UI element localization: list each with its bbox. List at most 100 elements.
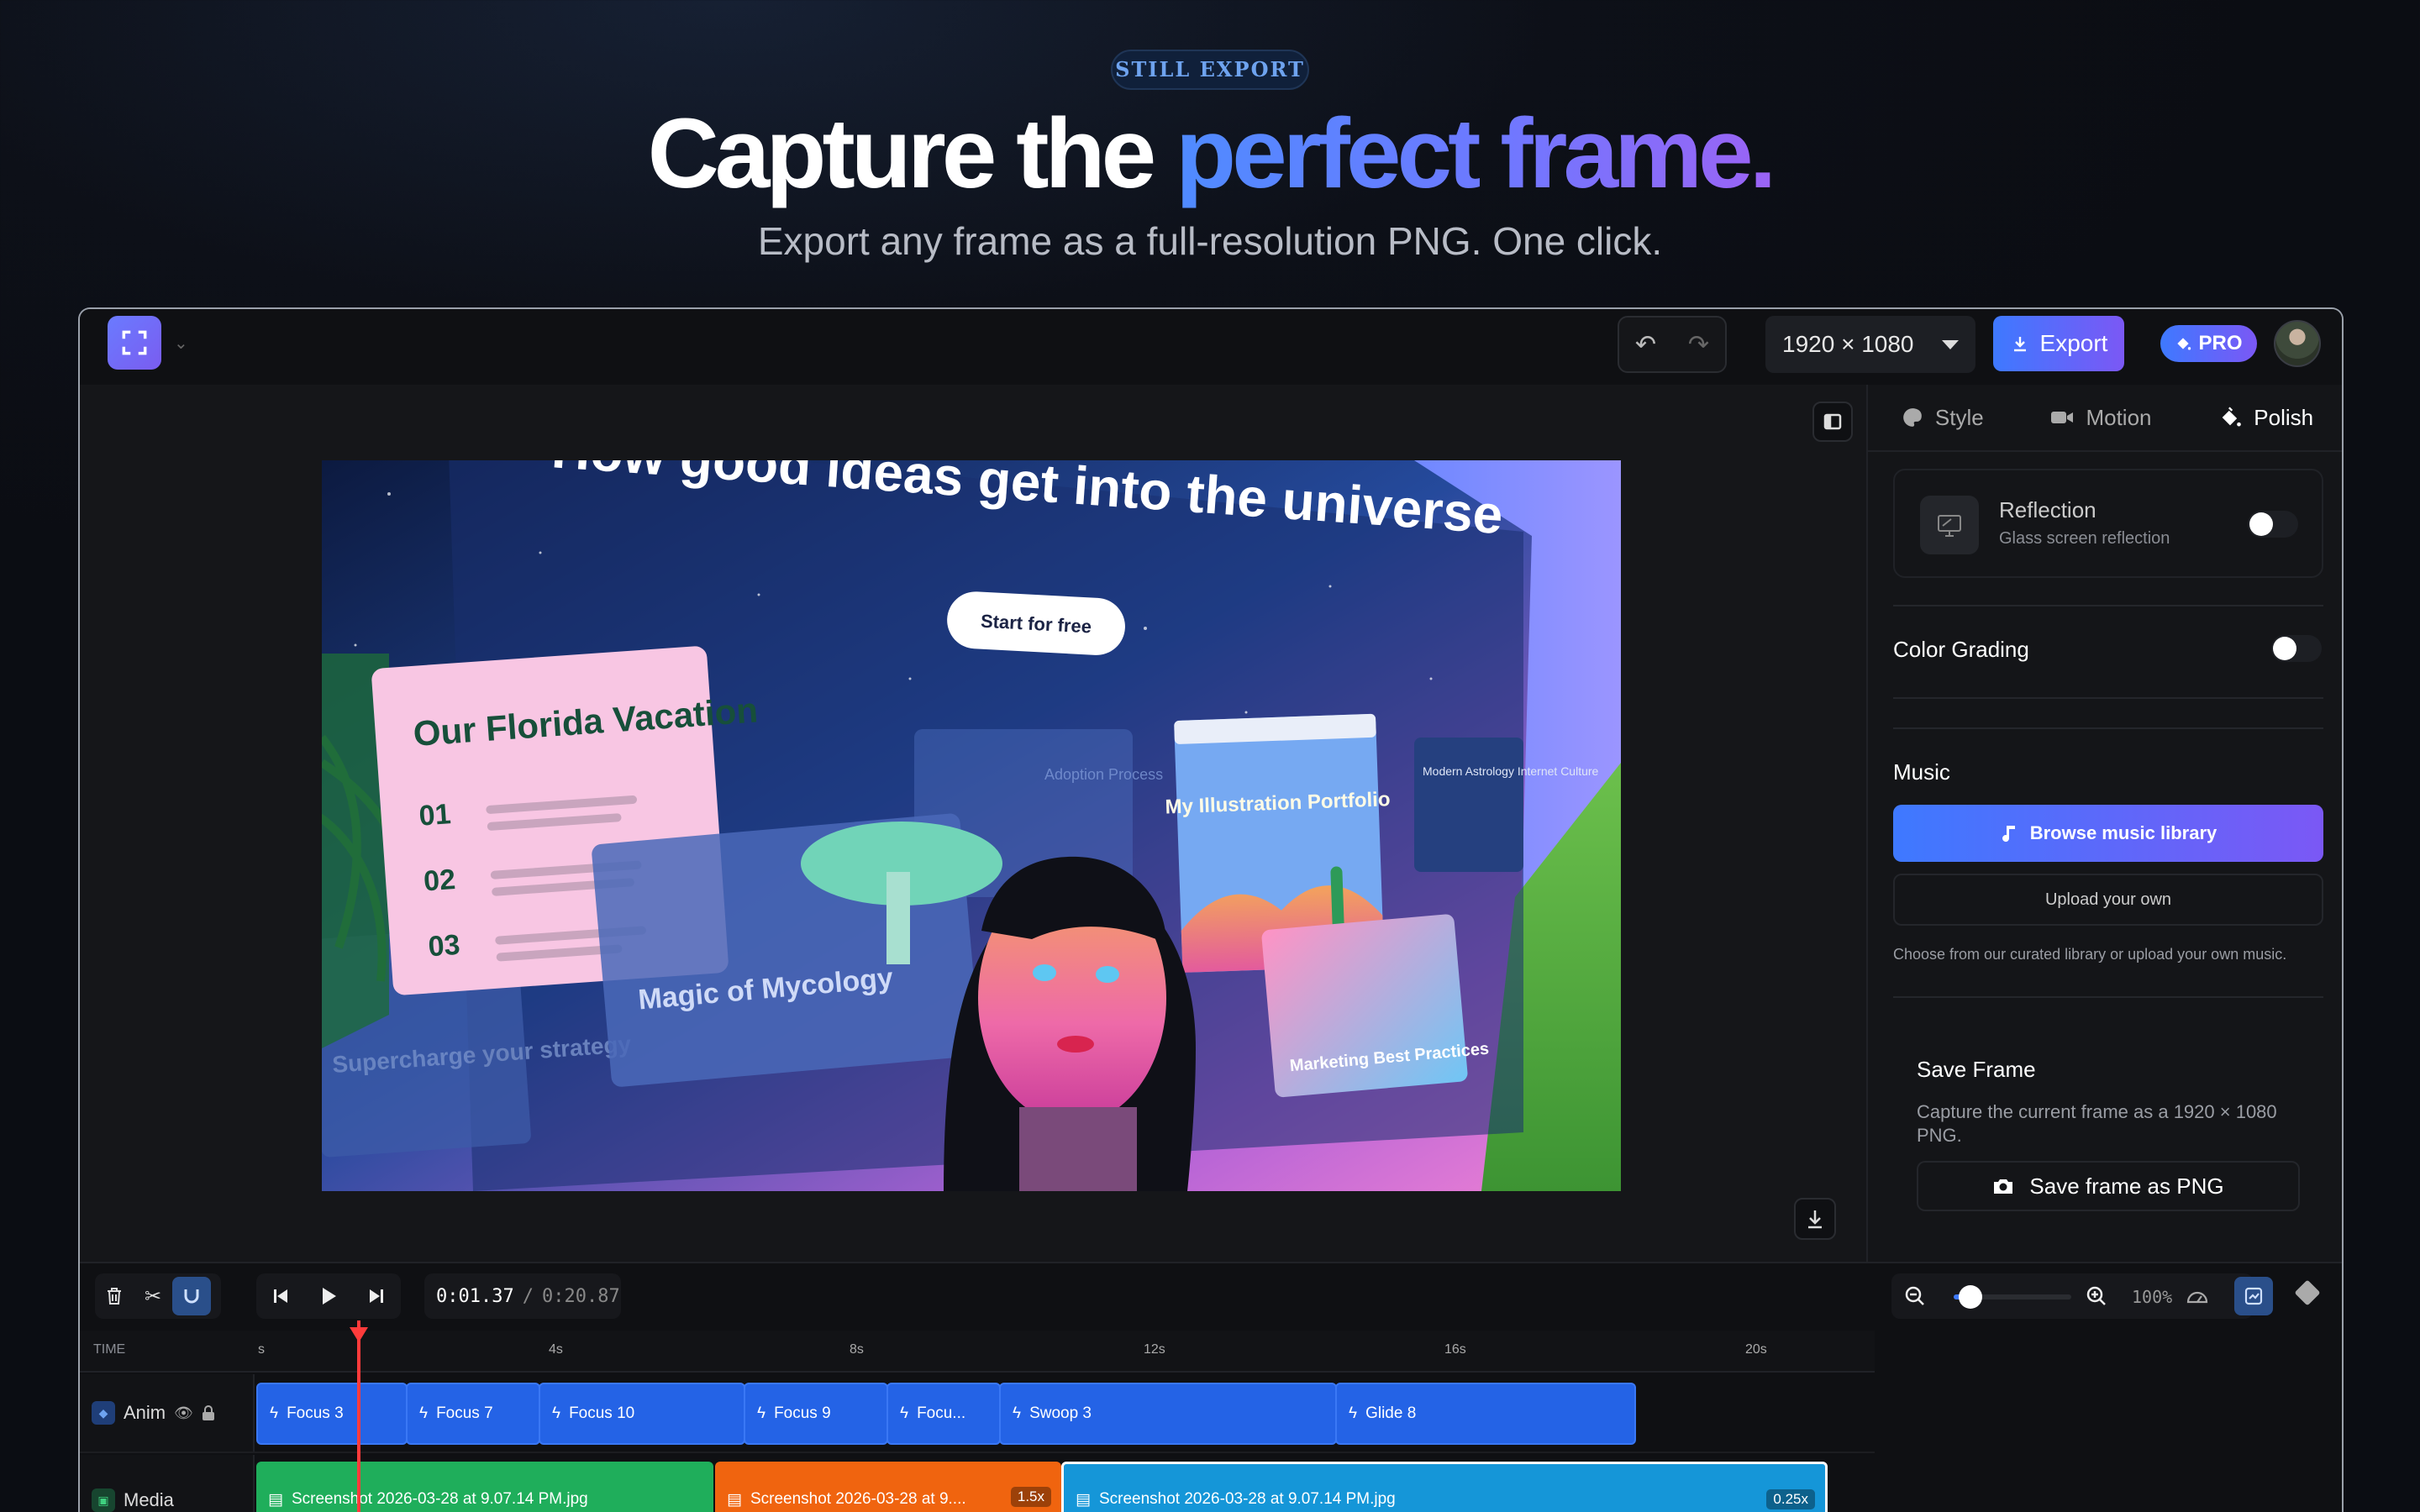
tick-20s: 20s [1745,1342,1767,1357]
anim-clip[interactable]: ϟ Glide 8 [1335,1383,1636,1445]
tab-style-label: Style [1934,404,1984,430]
lightning-icon: ϟ [270,1404,279,1422]
top-toolbar: ⌄ ↶ ↷ 1920 × 1080 Export PRO [80,309,2342,385]
playhead[interactable] [357,1320,360,1512]
download-icon [2013,337,2026,352]
tab-polish-label: Polish [2254,404,2314,430]
scissors-icon[interactable]: ✂ [134,1277,172,1315]
anim-clip[interactable]: ϟ Focus 3 [256,1383,408,1445]
media-track: ▣ Media ▤ Screenshot 2026-03-28 at 9.07.1… [80,1455,1875,1512]
properties-panel: Style Motion Polish Reflection Glass scr… [1866,385,2342,1262]
pro-badge[interactable]: PRO [2160,325,2257,362]
app-logo-button[interactable] [108,316,161,370]
media-track-header: ▣ Media [80,1455,255,1512]
lightning-icon: ϟ [1013,1404,1022,1422]
tab-polish[interactable]: Polish [2218,405,2313,431]
zoom-slider-knob[interactable] [1959,1285,1982,1309]
camera-icon [1994,1179,2013,1194]
preview-artwork: How good ideas get into the universe Sta… [322,460,1621,1191]
divider [1893,697,2323,699]
avatar[interactable] [2274,320,2321,367]
music-title: Music [1893,759,1950,785]
chevron-down-icon[interactable]: ⌄ [174,333,188,354]
save-frame-title: Save Frame [1917,1057,2036,1082]
panel-icon [1823,413,1842,430]
save-frame-button[interactable]: Save frame as PNG [1917,1161,2300,1211]
clip-label: Screenshot 2026-03-28 at 9.07.14 PM.jpg [291,1490,588,1508]
download-frame-button[interactable] [1794,1198,1836,1240]
resolution-value: 1920 × 1080 [1782,331,1914,357]
resolution-select[interactable]: 1920 × 1080 [1765,316,1975,373]
anim-clip[interactable]: ϟ Focu... [886,1383,1001,1445]
skip-back-icon[interactable] [261,1277,300,1315]
image-icon: ▤ [727,1490,742,1509]
total-time: 0:20.87 [541,1285,620,1307]
undo-icon[interactable]: ↶ [1635,330,1656,360]
clip-label: Focus 7 [436,1404,493,1422]
media-clip[interactable]: ▤ Screenshot 2026-03-28 at 9.07.14 PM.jpg [256,1462,713,1512]
media-clip[interactable]: ▤ Screenshot 2026-03-28 at 9.... 1.5x [715,1462,1061,1512]
paint-bucket-icon [2177,338,2191,350]
sidebar-toggle-button[interactable] [1812,402,1853,442]
export-button[interactable]: Export [1993,316,2124,371]
lightning-icon: ϟ [900,1404,909,1422]
anim-clip[interactable]: ϟ Focus 10 [539,1383,745,1445]
eye-icon[interactable]: 👁 [174,1404,193,1422]
speedometer-icon[interactable] [2186,1285,2209,1307]
hero-headline: Capture the perfect frame. [0,99,2420,208]
timeline: ✂ 0:01.37 / 0:20.87 100% TIME s 4s 8s 12… [80,1262,2342,1512]
hero-subtitle: Export any frame as a full-resolution PN… [757,219,1663,263]
download-icon [1808,1210,1822,1229]
edit-tools: ✂ [95,1273,221,1319]
headline-accent: perfect frame. [1175,98,1776,209]
anim-clip[interactable]: ϟ Focus 9 [744,1383,888,1445]
redo-icon[interactable]: ↷ [1688,330,1709,360]
preview-florida-item-3: 03 [427,929,460,963]
snap-icon[interactable] [2234,1277,2273,1315]
video-icon [2051,412,2074,423]
media-track-label: Media [124,1489,174,1510]
reflection-subtitle: Glass screen reflection [1999,529,2170,548]
tab-style[interactable]: Style [1902,405,1984,431]
reflection-toggle[interactable] [2248,511,2298,538]
anim-clip[interactable]: ϟ Swoop 3 [999,1383,1337,1445]
anim-track-label: Anim [124,1402,166,1423]
upload-music-button[interactable]: Upload your own [1893,874,2323,926]
time-label: TIME [93,1342,126,1357]
clip-label: Screenshot 2026-03-28 at 9.07.14 PM.jpg [1098,1490,1396,1508]
zoom-slider[interactable] [1954,1285,2071,1309]
headline-plain: Capture the [647,98,1176,209]
clip-label: Focu... [917,1404,966,1422]
zoom-in-icon[interactable] [2085,1284,2108,1308]
trash-icon[interactable] [95,1277,134,1315]
zoom-out-icon[interactable] [1903,1284,1927,1308]
paint-bucket-icon: ◆ [92,1401,115,1425]
canvas-area: How good ideas get into the universe Sta… [80,385,1866,1262]
divider [1893,996,2323,998]
current-time: 0:01.37 [436,1285,514,1307]
skip-forward-icon[interactable] [357,1277,396,1315]
keyframe-icon[interactable] [2294,1279,2321,1306]
reflection-title: Reflection [1999,497,2096,522]
anim-clip[interactable]: ϟ Focus 7 [406,1383,540,1445]
play-icon[interactable] [309,1277,348,1315]
time-separator: / [522,1285,534,1307]
lock-icon[interactable] [202,1405,215,1420]
tab-motion[interactable]: Motion [2050,405,2152,431]
frame-preview: How good ideas get into the universe Sta… [322,460,1621,1191]
monitor-icon [1920,496,1979,554]
timecode: 0:01.37 / 0:20.87 [424,1273,621,1319]
preview-florida-item-2: 02 [423,864,456,898]
clip-label: Focus 9 [774,1404,831,1422]
save-frame-label: Save frame as PNG [2029,1173,2224,1199]
fullscreen-icon [122,330,147,355]
media-clip-selected[interactable]: ▤ Screenshot 2026-03-28 at 9.07.14 PM.jpg… [1061,1462,1828,1512]
color-grading-toggle[interactable] [2271,635,2322,662]
browse-music-button[interactable]: Browse music library [1893,805,2323,862]
paint-bucket-icon [2222,407,2242,427]
lightning-icon: ϟ [1349,1404,1358,1422]
reflection-card: Reflection Glass screen reflection [1893,469,2323,578]
magnet-icon[interactable] [172,1277,211,1315]
undo-redo-group: ↶ ↷ [1618,316,1727,373]
tick-16s: 16s [1444,1342,1466,1357]
